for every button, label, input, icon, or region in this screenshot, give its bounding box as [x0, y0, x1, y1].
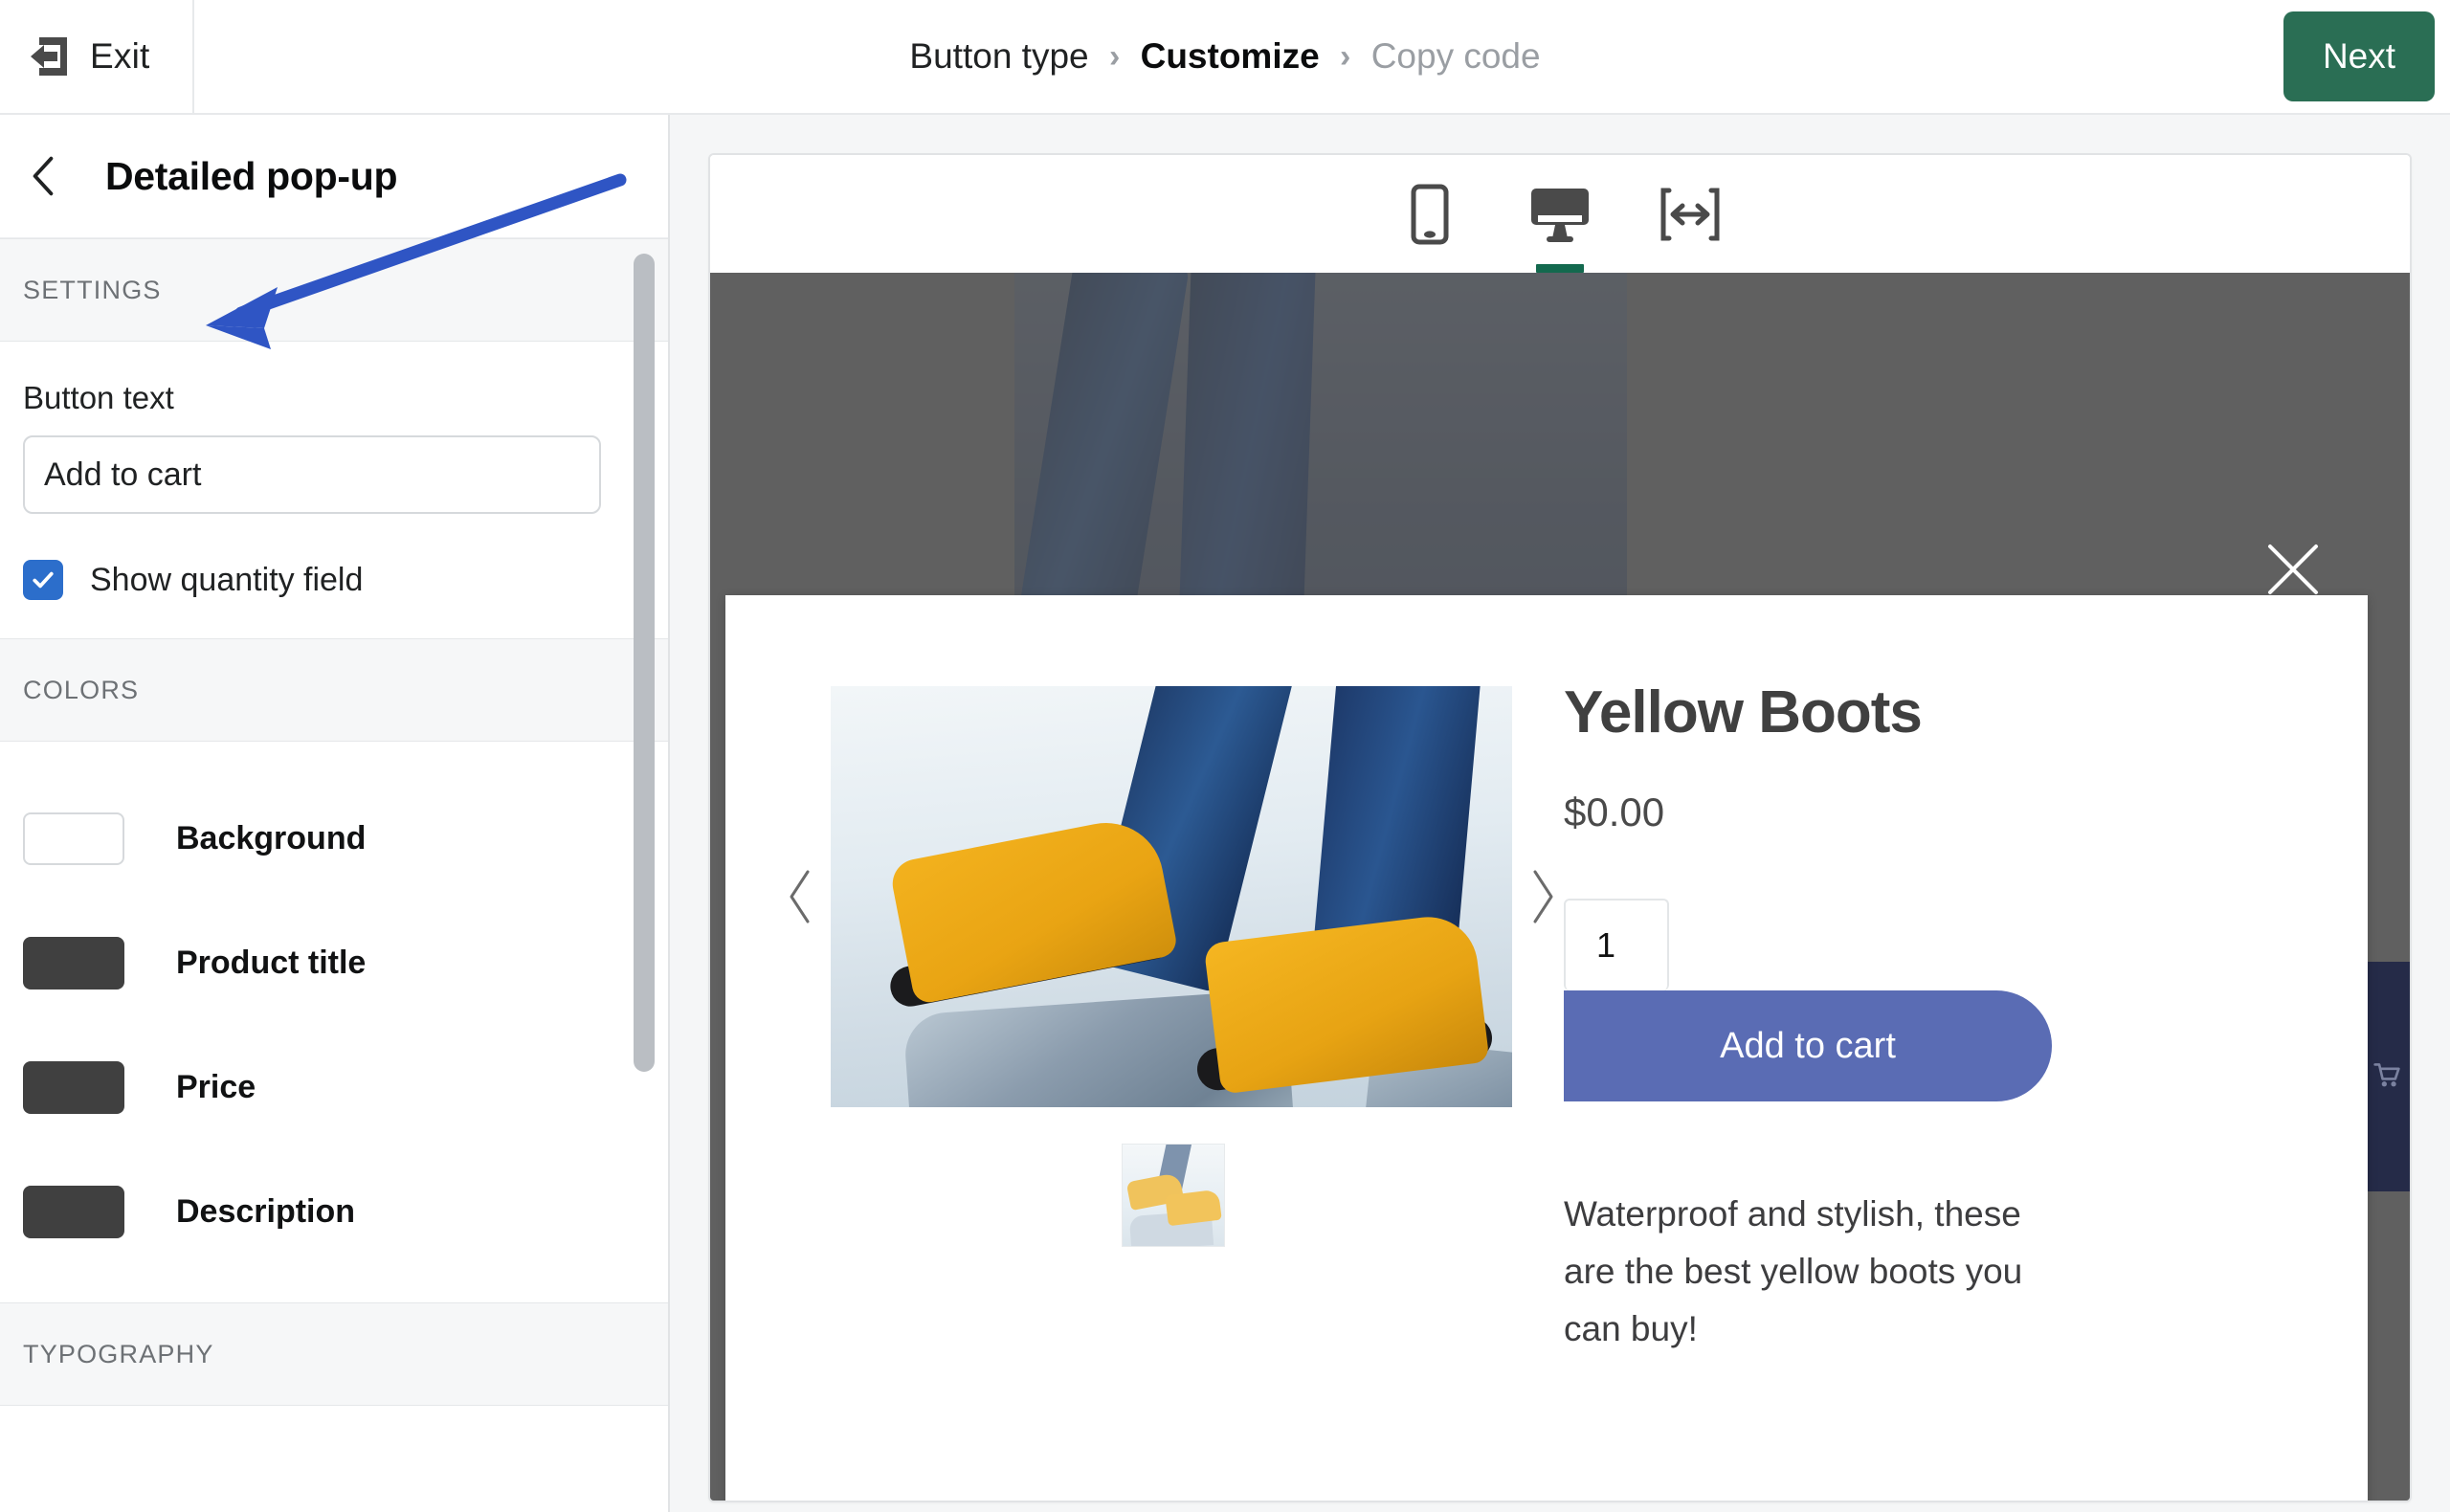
responsive-icon[interactable] — [1655, 179, 1726, 250]
section-title-colors: COLORS — [23, 676, 139, 705]
next-button[interactable]: Next — [2283, 11, 2435, 101]
gallery-next-icon[interactable] — [1522, 858, 1564, 935]
color-row-price[interactable]: Price — [23, 1025, 645, 1149]
quantity-input[interactable]: 1 — [1564, 899, 1669, 990]
exit-button[interactable]: Exit — [0, 0, 194, 113]
breadcrumb-separator-1: › — [1093, 38, 1137, 76]
product-thumbnail-strip — [831, 1144, 1564, 1247]
breadcrumb-item-customize[interactable]: Customize — [1137, 36, 1324, 77]
top-bar: Exit Button type › Customize › Copy code… — [0, 0, 2450, 115]
color-swatch-description[interactable] — [23, 1186, 124, 1238]
colors-section-body: Background Product title Price Descripti… — [0, 742, 668, 1302]
product-popup-modal: Yellow Boots $0.00 1 Add to cart Waterpr… — [725, 595, 2368, 1501]
settings-section-body: Button text Add to cart Show quantity fi… — [0, 342, 668, 638]
shopping-cart-icon — [2372, 1060, 2401, 1094]
product-gallery — [831, 686, 1512, 1107]
color-label-background: Background — [176, 820, 366, 857]
color-label-product-title: Product title — [176, 945, 366, 982]
typography-section-body — [0, 1406, 668, 1512]
color-swatch-product-title[interactable] — [23, 937, 124, 989]
site-preview-backdrop: Yellow Boots $0.00 1 Add to cart Waterpr… — [710, 273, 2410, 1501]
product-main-image — [831, 686, 1512, 1107]
color-row-background[interactable]: Background — [23, 776, 645, 901]
product-price: $0.00 — [1564, 789, 2272, 835]
settings-sidebar: Detailed pop-up SETTINGS Button text Add… — [0, 115, 670, 1512]
product-gallery-panel — [725, 595, 1564, 1501]
section-header-colors: COLORS — [0, 638, 668, 742]
device-toolbar — [710, 155, 2410, 273]
purchase-controls: 1 Add to cart — [1564, 899, 2272, 1101]
exit-arrow-icon — [25, 33, 73, 80]
color-row-description[interactable]: Description — [23, 1149, 645, 1274]
device-preview-frame: Yellow Boots $0.00 1 Add to cart Waterpr… — [708, 153, 2412, 1502]
preview-stage: Yellow Boots $0.00 1 Add to cart Waterpr… — [670, 115, 2450, 1512]
app-root: Exit Button type › Customize › Copy code… — [0, 0, 2450, 1512]
section-title-typography: TYPOGRAPHY — [23, 1340, 214, 1369]
show-quantity-field-label: Show quantity field — [90, 562, 363, 599]
panel-header: Detailed pop-up — [0, 115, 668, 238]
close-icon[interactable] — [2264, 541, 2322, 598]
breadcrumb-item-copy-code[interactable]: Copy code — [1368, 36, 1545, 77]
mobile-icon[interactable] — [1394, 179, 1465, 250]
product-thumbnail[interactable] — [1122, 1144, 1225, 1247]
product-info-panel: Yellow Boots $0.00 1 Add to cart Waterpr… — [1564, 595, 2368, 1501]
product-title: Yellow Boots — [1564, 681, 2272, 744]
product-description: Waterproof and stylish, these are the be… — [1564, 1186, 2081, 1358]
breadcrumb: Button type › Customize › Copy code — [0, 0, 2450, 113]
exit-label: Exit — [90, 36, 149, 77]
color-label-description: Description — [176, 1193, 355, 1231]
section-title-settings: SETTINGS — [23, 276, 162, 305]
thumb-boot-right — [1165, 1190, 1221, 1227]
section-header-typography: TYPOGRAPHY — [0, 1302, 668, 1406]
color-row-product-title[interactable]: Product title — [23, 901, 645, 1025]
sidebar-scrollbar-thumb[interactable] — [634, 254, 655, 1072]
color-swatch-price[interactable] — [23, 1061, 124, 1114]
checkbox-checked-icon[interactable] — [23, 560, 63, 600]
color-label-price: Price — [176, 1069, 256, 1106]
gallery-prev-icon[interactable] — [779, 858, 821, 935]
back-chevron-icon[interactable] — [0, 115, 86, 237]
section-header-settings: SETTINGS — [0, 238, 668, 342]
cart-side-tab[interactable] — [2364, 962, 2410, 1191]
sidebar-scrollbar[interactable] — [634, 254, 657, 1072]
breadcrumb-separator-2: › — [1324, 38, 1368, 76]
show-quantity-field-checkbox-row[interactable]: Show quantity field — [23, 514, 645, 638]
page-title: Detailed pop-up — [105, 154, 397, 199]
add-to-cart-button[interactable]: Add to cart — [1564, 990, 2052, 1101]
breadcrumb-item-button-type[interactable]: Button type — [905, 36, 1092, 77]
button-text-input[interactable]: Add to cart — [23, 435, 601, 514]
desktop-icon[interactable] — [1525, 179, 1595, 250]
color-swatch-background[interactable] — [23, 812, 124, 865]
button-text-label: Button text — [23, 342, 645, 416]
